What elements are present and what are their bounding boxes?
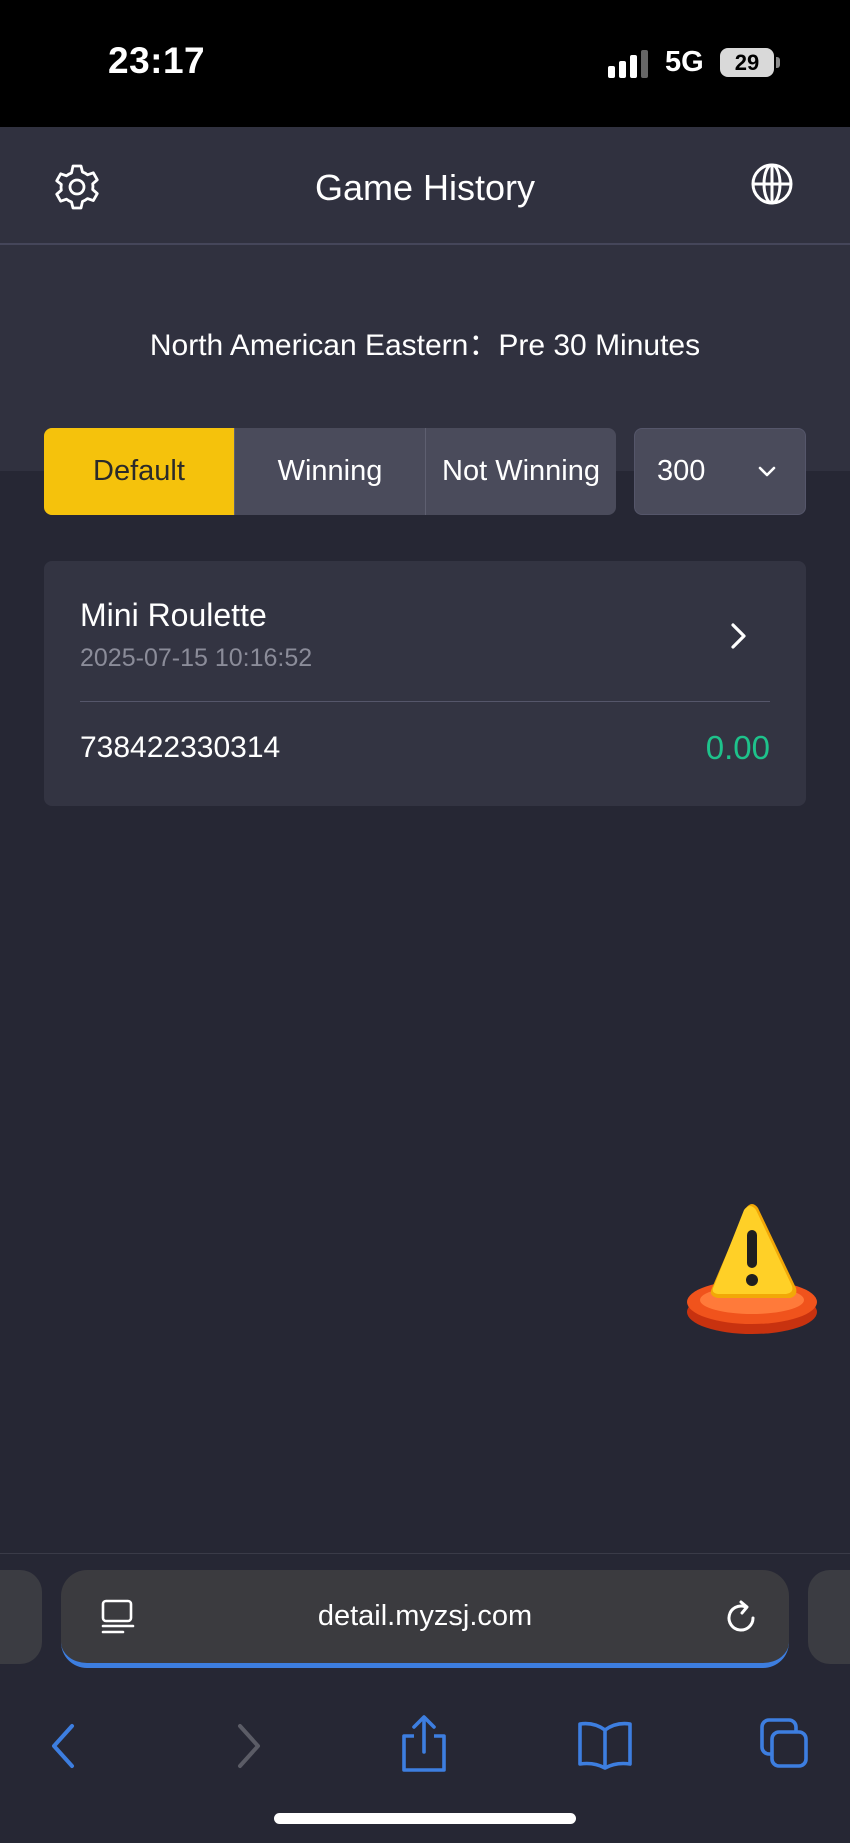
globe-icon[interactable] [750, 162, 794, 206]
win-amount: 0.00 [705, 729, 770, 766]
filter-not-winning-button[interactable]: Not Winning [425, 428, 616, 515]
next-tab-peek[interactable] [808, 1570, 850, 1664]
card-divider [80, 701, 770, 702]
chevron-down-icon [758, 466, 776, 477]
battery-tip [776, 57, 780, 68]
back-icon[interactable] [44, 1722, 84, 1770]
signal-strength-icon [608, 50, 648, 78]
warning-icon[interactable] [684, 1200, 820, 1340]
browser-address-area: detail.myzsj.com [0, 1553, 850, 1670]
address-bar[interactable]: detail.myzsj.com [61, 1570, 789, 1668]
game-record-card[interactable]: Mini Roulette 2025-07-15 10:16:52 738422… [44, 561, 806, 806]
count-value: 300 [657, 455, 706, 487]
app-header: Game History [0, 127, 850, 245]
share-icon[interactable] [398, 1714, 450, 1774]
previous-tab-peek[interactable] [0, 1570, 42, 1664]
battery-icon: 29 [720, 48, 774, 77]
tabs-icon[interactable] [758, 1716, 810, 1770]
filter-winning-button[interactable]: Winning [234, 428, 425, 515]
result-filter-tabs: Default Winning Not Winning [44, 428, 616, 515]
url-text: detail.myzsj.com [317, 1600, 533, 1632]
game-name: Mini Roulette [80, 597, 267, 633]
bet-id: 738422330314 [80, 731, 281, 764]
timezone-label: North American Eastern：Pre 30 Minutes [149, 329, 701, 362]
bookmarks-icon[interactable] [576, 1720, 634, 1770]
status-time: 23:17 [108, 40, 206, 81]
chevron-right-icon[interactable] [722, 619, 756, 653]
reload-icon[interactable] [721, 1598, 761, 1638]
network-type: 5G [665, 46, 704, 78]
game-timestamp: 2025-07-15 10:16:52 [80, 644, 313, 672]
forward-icon[interactable] [228, 1722, 268, 1770]
page-title: Game History [314, 167, 536, 208]
count-dropdown[interactable]: 300 [634, 428, 806, 515]
status-bar: 23:17 5G 29 [0, 0, 850, 127]
home-indicator[interactable] [274, 1813, 576, 1824]
filter-default-button[interactable]: Default [44, 428, 234, 515]
